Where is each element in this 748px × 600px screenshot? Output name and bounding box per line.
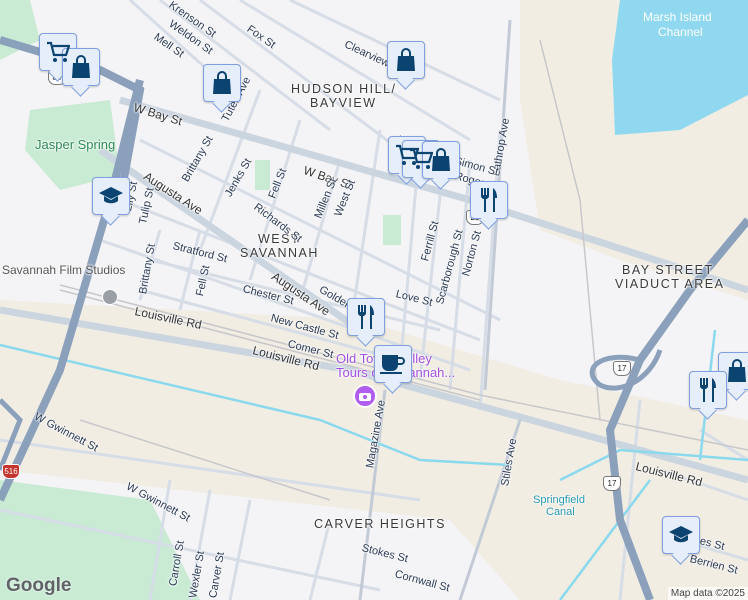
shopping-bag-marker[interactable]: [387, 41, 425, 79]
school-poi-icon[interactable]: [102, 289, 118, 305]
neighborhood-bayview: BAYVIEW: [310, 96, 377, 110]
water-label-canal: Canal: [546, 506, 575, 518]
restaurant-marker[interactable]: [470, 181, 508, 219]
neighborhood-bay-street: BAY STREET: [622, 263, 714, 277]
us-17-shield: 17: [613, 361, 631, 376]
shopping-bag-icon: [213, 71, 231, 94]
us-17-shield: 17: [603, 476, 621, 491]
graduation-cap-icon: [669, 526, 693, 543]
park-label-jasper-spring: Jasper Spring: [35, 137, 116, 152]
restaurant-marker[interactable]: [689, 371, 727, 409]
shopping-bag-marker[interactable]: [203, 64, 241, 102]
neighborhood-viaduct-area: VIADUCT AREA: [615, 277, 725, 291]
shopping-bag-icon: [397, 48, 415, 71]
shopping-bag-icon: [728, 359, 746, 382]
google-logo: Google: [6, 575, 72, 596]
school-marker[interactable]: [662, 516, 700, 554]
shopping-cart-icon: [47, 41, 70, 62]
coffee-marker[interactable]: [374, 345, 412, 383]
shopping-bag-icon: [432, 148, 450, 171]
restaurant-icon: [481, 188, 497, 212]
coffee-cup-icon: [380, 355, 405, 374]
park-small: [383, 215, 401, 245]
water-label-springfield: Springfield: [533, 494, 585, 506]
neighborhood-savannah: SAVANNAH: [240, 246, 319, 260]
park-small2: [255, 160, 270, 190]
water-label-marsh-island: Marsh Island: [643, 10, 712, 24]
camera-icon[interactable]: [353, 384, 377, 408]
school-marker[interactable]: [92, 177, 130, 215]
restaurant-marker[interactable]: [347, 298, 385, 336]
restaurant-icon: [700, 378, 716, 402]
map-attribution[interactable]: Map data ©2025: [667, 587, 748, 600]
neighborhood-hudson-hill: HUDSON HILL/: [291, 82, 397, 96]
shopping-bag-icon: [72, 55, 90, 78]
graduation-cap-icon: [99, 187, 123, 204]
water-label-channel: Channel: [658, 25, 703, 39]
i-516-shield: 516: [2, 464, 20, 479]
poi-savannah-film-studios[interactable]: Savannah Film Studios: [2, 263, 125, 277]
neighborhood-carver-heights: CARVER HEIGHTS: [314, 517, 446, 531]
restaurant-icon: [358, 305, 374, 329]
